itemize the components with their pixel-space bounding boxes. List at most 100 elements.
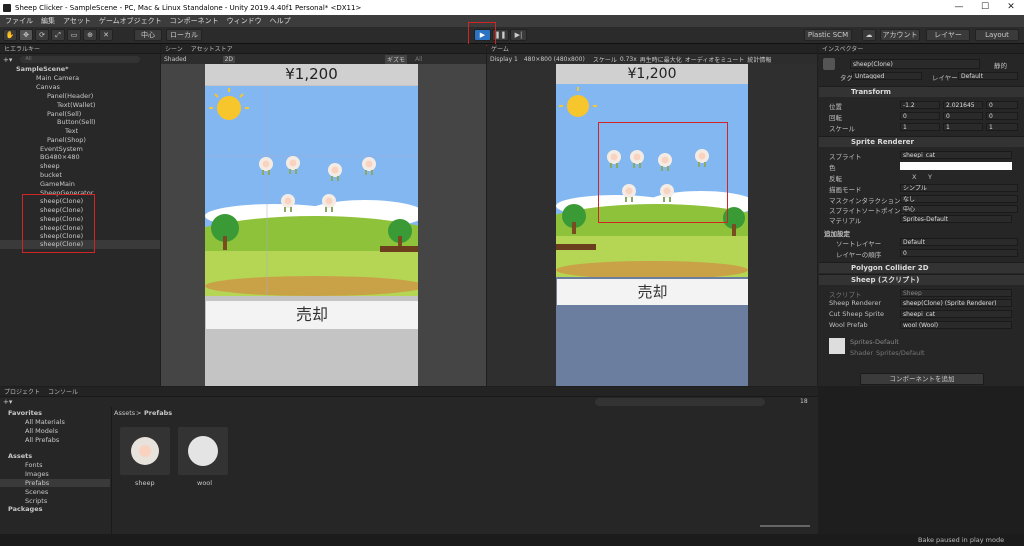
menu-file[interactable]: ファイル [5, 16, 33, 26]
project-add-icon[interactable]: +▾ [3, 398, 12, 406]
step-icon[interactable]: ▶| [510, 29, 527, 41]
layer-dropdown[interactable]: Default [958, 72, 1018, 80]
pos-z[interactable]: 0 [986, 101, 1018, 109]
folder-item[interactable]: Scripts [25, 497, 47, 505]
move-tool-icon[interactable]: ✥ [19, 29, 33, 41]
stats-toggle[interactable]: 統計情報 [747, 55, 771, 64]
hand-tool-icon[interactable]: ✋ [3, 29, 17, 41]
sheep-sprite[interactable] [620, 183, 638, 203]
inspector-tab[interactable]: インスペクター [818, 44, 867, 53]
menu-edit[interactable]: 編集 [41, 16, 55, 26]
scene-tab[interactable]: シーン [161, 44, 187, 53]
maximize-on-play[interactable]: 再生時に最大化 [640, 55, 682, 64]
hierarchy-clone-selected[interactable]: sheep(Clone) [0, 240, 160, 249]
sheep-script-header[interactable]: Sheep (スクリプト) [819, 274, 1024, 285]
console-tab[interactable]: コンソール [44, 387, 82, 396]
custom-tool-icon[interactable]: ✕ [99, 29, 113, 41]
hierarchy-item[interactable]: Main Camera [36, 74, 79, 83]
menu-gameobject[interactable]: ゲームオブジェクト [99, 16, 162, 26]
sheep-prefab-thumb[interactable] [120, 427, 170, 475]
sheep-sprite[interactable] [257, 156, 275, 176]
hierarchy-item[interactable]: GameMain [40, 180, 75, 189]
sheep-sprite[interactable] [605, 149, 623, 169]
hierarchy-tab[interactable]: ヒエラルキー [0, 44, 44, 53]
folder-item[interactable]: Fonts [25, 461, 43, 469]
draw-mode-dropdown[interactable]: シンプル [900, 184, 1018, 192]
packages-header[interactable]: Packages [8, 505, 42, 513]
hierarchy-item[interactable]: BG480×480 [40, 153, 80, 162]
scale-value[interactable]: 0.73x [620, 56, 637, 63]
add-icon[interactable]: +▾ [3, 56, 12, 64]
space-toggle[interactable]: ローカル [166, 29, 202, 41]
wool-prefab-label[interactable]: wool [197, 479, 212, 487]
hierarchy-clone[interactable]: sheep(Clone) [40, 215, 83, 224]
display-dropdown[interactable]: Display 1 [490, 56, 518, 63]
sheep-sprite[interactable] [693, 148, 711, 168]
layout-dropdown[interactable]: Layout [975, 29, 1019, 41]
sprite-renderer-header[interactable]: Sprite Renderer [819, 136, 1024, 147]
hierarchy-item[interactable]: Canvas [36, 83, 60, 92]
maximize-button[interactable]: ☐ [972, 0, 998, 15]
rotate-tool-icon[interactable]: ⟳ [35, 29, 49, 41]
rot-x[interactable]: 0 [900, 112, 940, 120]
sheep-sprite[interactable] [628, 149, 646, 169]
resolution-dropdown[interactable]: 480×800 (480x800) [524, 56, 585, 63]
sheep-prefab-label[interactable]: sheep [135, 479, 155, 487]
scale-y[interactable]: 1 [943, 123, 983, 131]
static-toggle[interactable]: 静的 [994, 60, 1007, 70]
minimize-button[interactable]: — [946, 0, 972, 15]
plastic-scm-button[interactable]: Plastic SCM [804, 29, 852, 41]
scale-x[interactable]: 1 [900, 123, 940, 131]
order-field[interactable]: 0 [900, 249, 1018, 257]
scale-tool-icon[interactable]: ⤢ [51, 29, 65, 41]
breadcrumb-current[interactable]: Prefabs [144, 409, 172, 417]
menu-help[interactable]: ヘルプ [270, 16, 291, 26]
layers-dropdown[interactable]: レイヤー [926, 29, 970, 41]
hierarchy-item[interactable]: Panel(Shop) [47, 136, 86, 145]
scene-sell-button[interactable]: 売却 [206, 301, 418, 329]
additional-settings[interactable]: 追加設定 [824, 228, 850, 238]
pause-icon[interactable]: ❚❚ [492, 29, 509, 41]
hierarchy-item[interactable]: sheep [40, 162, 60, 171]
transform-tool-icon[interactable]: ⊕ [83, 29, 97, 41]
play-icon[interactable]: ▶ [474, 29, 491, 41]
rect-tool-icon[interactable]: ▭ [67, 29, 81, 41]
folder-item[interactable]: Scenes [25, 488, 48, 496]
sort-point-dropdown[interactable]: 中心 [900, 205, 1018, 213]
object-name-field[interactable]: sheep(Clone) [850, 59, 980, 69]
cloud-icon[interactable]: ☁ [862, 29, 876, 41]
flip-y[interactable]: Y [928, 173, 932, 181]
menu-window[interactable]: ウィンドウ [227, 16, 262, 26]
account-dropdown[interactable]: アカウント [880, 29, 920, 41]
favorites-header[interactable]: Favorites [8, 409, 42, 417]
sheep-sprite[interactable] [658, 183, 676, 203]
rot-z[interactable]: 0 [986, 112, 1018, 120]
hierarchy-clone[interactable]: sheep(Clone) [40, 206, 83, 215]
rot-y[interactable]: 0 [943, 112, 983, 120]
assets-header[interactable]: Assets [8, 452, 32, 460]
wool-prefab-thumb[interactable] [178, 427, 228, 475]
color-swatch[interactable] [900, 162, 1012, 170]
asset-store-tab[interactable]: アセットストア [187, 44, 237, 53]
project-tab[interactable]: プロジェクト [0, 387, 44, 396]
flip-x[interactable]: X [912, 173, 916, 181]
tag-dropdown[interactable]: Untagged [852, 72, 922, 80]
sheep-sprite[interactable] [320, 193, 338, 213]
shading-dropdown[interactable]: Shaded [164, 56, 187, 63]
sort-layer-dropdown[interactable]: Default [900, 238, 1018, 246]
folder-item[interactable]: Images [25, 470, 49, 478]
sprite-field[interactable]: sheepi_cat [900, 151, 1012, 159]
scene-search[interactable]: All [415, 56, 422, 63]
gizmos-dropdown[interactable]: ギズモ [385, 54, 408, 64]
sheep-sprite[interactable] [326, 162, 344, 182]
scale-z[interactable]: 1 [986, 123, 1018, 131]
project-search[interactable] [595, 398, 765, 406]
hierarchy-item[interactable]: Panel(Header) [47, 92, 93, 101]
sheep-sprite[interactable] [279, 193, 297, 213]
sheep-sprite[interactable] [360, 156, 378, 176]
fav-item[interactable]: All Prefabs [25, 436, 59, 444]
hierarchy-item[interactable]: Text [65, 127, 78, 136]
mute-audio[interactable]: オーディオをミュート [685, 55, 745, 64]
close-button[interactable]: ✕ [998, 0, 1024, 15]
hierarchy-scene[interactable]: SampleScene* [16, 65, 69, 74]
